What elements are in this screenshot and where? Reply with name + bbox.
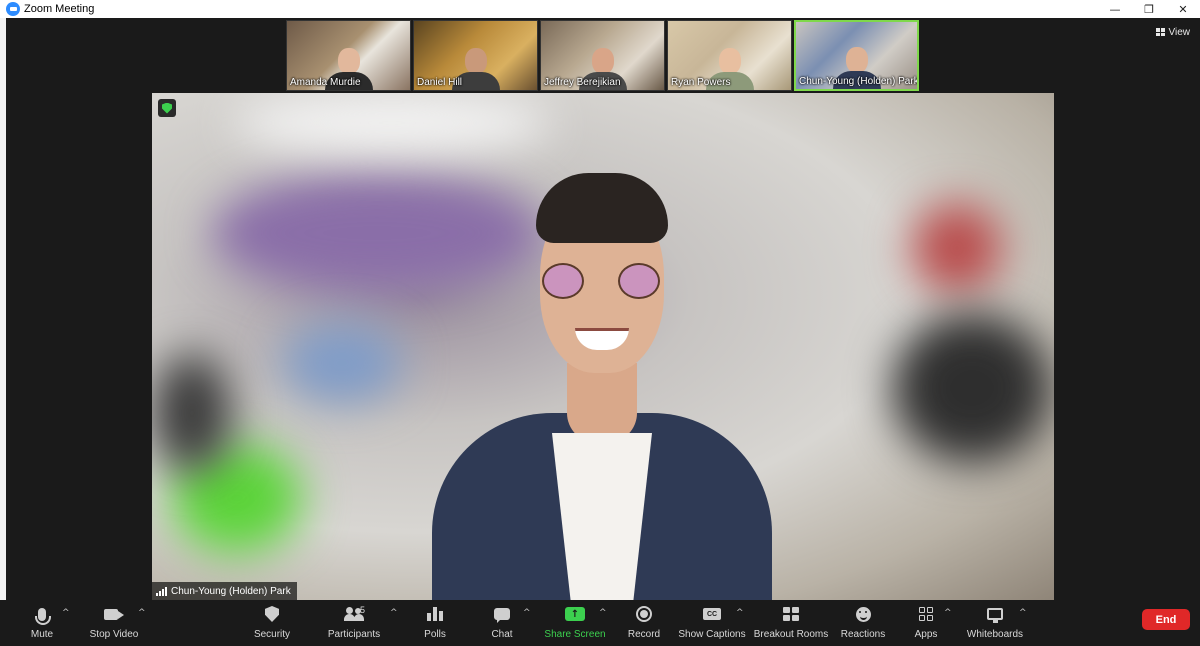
participant-tile[interactable]: Amanda Murdie bbox=[286, 20, 411, 91]
grid-view-icon bbox=[1155, 28, 1165, 36]
record-icon bbox=[636, 606, 652, 622]
participant-tile-active[interactable]: Chun-Young (Holden) Park bbox=[794, 20, 919, 91]
participants-options-caret[interactable]: ^ bbox=[390, 608, 398, 618]
active-speaker-video: Chun-Young (Holden) Park bbox=[152, 93, 1054, 600]
participant-thumbnail-strip: Amanda Murdie Daniel Hill Jeffrey Bereji… bbox=[286, 20, 919, 91]
participant-count: 5 bbox=[360, 605, 366, 615]
participant-name: Daniel Hill bbox=[417, 77, 463, 88]
window-title-bar: Zoom Meeting — ❐ ✕ bbox=[0, 0, 1200, 18]
breakout-rooms-icon bbox=[783, 607, 799, 621]
connection-signal-icon bbox=[156, 586, 167, 596]
participant-tile[interactable]: Jeffrey Berejikian bbox=[540, 20, 665, 91]
polls-button[interactable]: Polls bbox=[415, 600, 455, 646]
apps-grid-icon bbox=[919, 607, 933, 621]
smiley-reaction-icon bbox=[855, 606, 871, 622]
security-label: Security bbox=[253, 629, 291, 640]
view-button-label: View bbox=[1168, 26, 1191, 38]
whiteboards-label: Whiteboards bbox=[966, 629, 1024, 640]
reactions-label: Reactions bbox=[840, 629, 886, 640]
close-button[interactable]: ✕ bbox=[1166, 0, 1200, 18]
participant-name: Amanda Murdie bbox=[290, 77, 361, 88]
stop-video-button[interactable]: Stop Video bbox=[84, 600, 144, 646]
share-options-caret[interactable]: ^ bbox=[599, 608, 607, 618]
apps-label: Apps bbox=[914, 629, 938, 640]
view-button[interactable]: View bbox=[1155, 24, 1191, 40]
mute-label: Mute bbox=[30, 629, 54, 640]
reactions-button[interactable]: Reactions bbox=[838, 600, 888, 646]
record-button[interactable]: Record bbox=[624, 600, 664, 646]
video-options-caret[interactable]: ^ bbox=[138, 608, 146, 618]
minimize-button[interactable]: — bbox=[1098, 0, 1132, 18]
share-screen-arrow-icon: ↑ bbox=[565, 607, 585, 621]
captions-options-caret[interactable]: ^ bbox=[736, 608, 744, 618]
whiteboards-button[interactable]: Whiteboards bbox=[964, 600, 1026, 646]
show-captions-label: Show Captions bbox=[678, 629, 746, 640]
audio-options-caret[interactable]: ^ bbox=[62, 608, 70, 618]
speaker-name: Chun-Young (Holden) Park bbox=[171, 585, 291, 597]
restore-button[interactable]: ❐ bbox=[1132, 0, 1166, 18]
polls-bar-icon bbox=[427, 607, 443, 621]
participants-button[interactable]: 5 Participants bbox=[322, 600, 386, 646]
apps-button[interactable]: Apps bbox=[906, 600, 946, 646]
meeting-area: View Amanda Murdie Daniel Hill Jeffrey B… bbox=[6, 18, 1200, 600]
speaker-name-label: Chun-Young (Holden) Park bbox=[152, 582, 297, 600]
polls-label: Polls bbox=[424, 629, 446, 640]
whiteboard-icon bbox=[987, 608, 1003, 623]
speaker-figure bbox=[392, 133, 812, 600]
end-meeting-button[interactable]: End bbox=[1142, 609, 1190, 630]
microphone-icon bbox=[35, 607, 51, 625]
chat-label: Chat bbox=[491, 629, 513, 640]
chat-options-caret[interactable]: ^ bbox=[523, 608, 531, 618]
apps-options-caret[interactable]: ^ bbox=[944, 608, 952, 618]
mute-button[interactable]: Mute bbox=[22, 600, 62, 646]
show-captions-button[interactable]: CC Show Captions bbox=[678, 600, 746, 646]
stop-video-label: Stop Video bbox=[89, 629, 139, 640]
participant-name: Jeffrey Berejikian bbox=[544, 77, 621, 88]
participant-tile[interactable]: Daniel Hill bbox=[413, 20, 538, 91]
chat-button[interactable]: Chat bbox=[482, 600, 522, 646]
participants-label: Participants bbox=[327, 629, 381, 640]
zoom-logo-icon bbox=[6, 2, 20, 16]
share-screen-label: Share Screen bbox=[544, 629, 606, 640]
chat-bubble-icon bbox=[494, 608, 510, 623]
security-shield-icon bbox=[265, 606, 279, 622]
breakout-rooms-button[interactable]: Breakout Rooms bbox=[754, 600, 828, 646]
window-title: Zoom Meeting bbox=[24, 3, 95, 15]
participant-name: Chun-Young (Holden) Park bbox=[799, 76, 919, 87]
video-camera-icon bbox=[104, 608, 124, 620]
meeting-toolbar: Mute ^ Stop Video ^ Security 5 Participa… bbox=[0, 600, 1200, 646]
record-label: Record bbox=[627, 629, 661, 640]
participant-tile[interactable]: Ryan Powers bbox=[667, 20, 792, 91]
encryption-shield-icon[interactable] bbox=[158, 99, 176, 117]
closed-captions-icon: CC bbox=[703, 608, 721, 620]
whiteboards-options-caret[interactable]: ^ bbox=[1019, 608, 1027, 618]
breakout-rooms-label: Breakout Rooms bbox=[753, 629, 829, 640]
window-controls: — ❐ ✕ bbox=[1098, 0, 1200, 18]
share-screen-button[interactable]: ↑ Share Screen bbox=[544, 600, 606, 646]
participant-name: Ryan Powers bbox=[671, 77, 731, 88]
security-button[interactable]: Security bbox=[246, 600, 298, 646]
